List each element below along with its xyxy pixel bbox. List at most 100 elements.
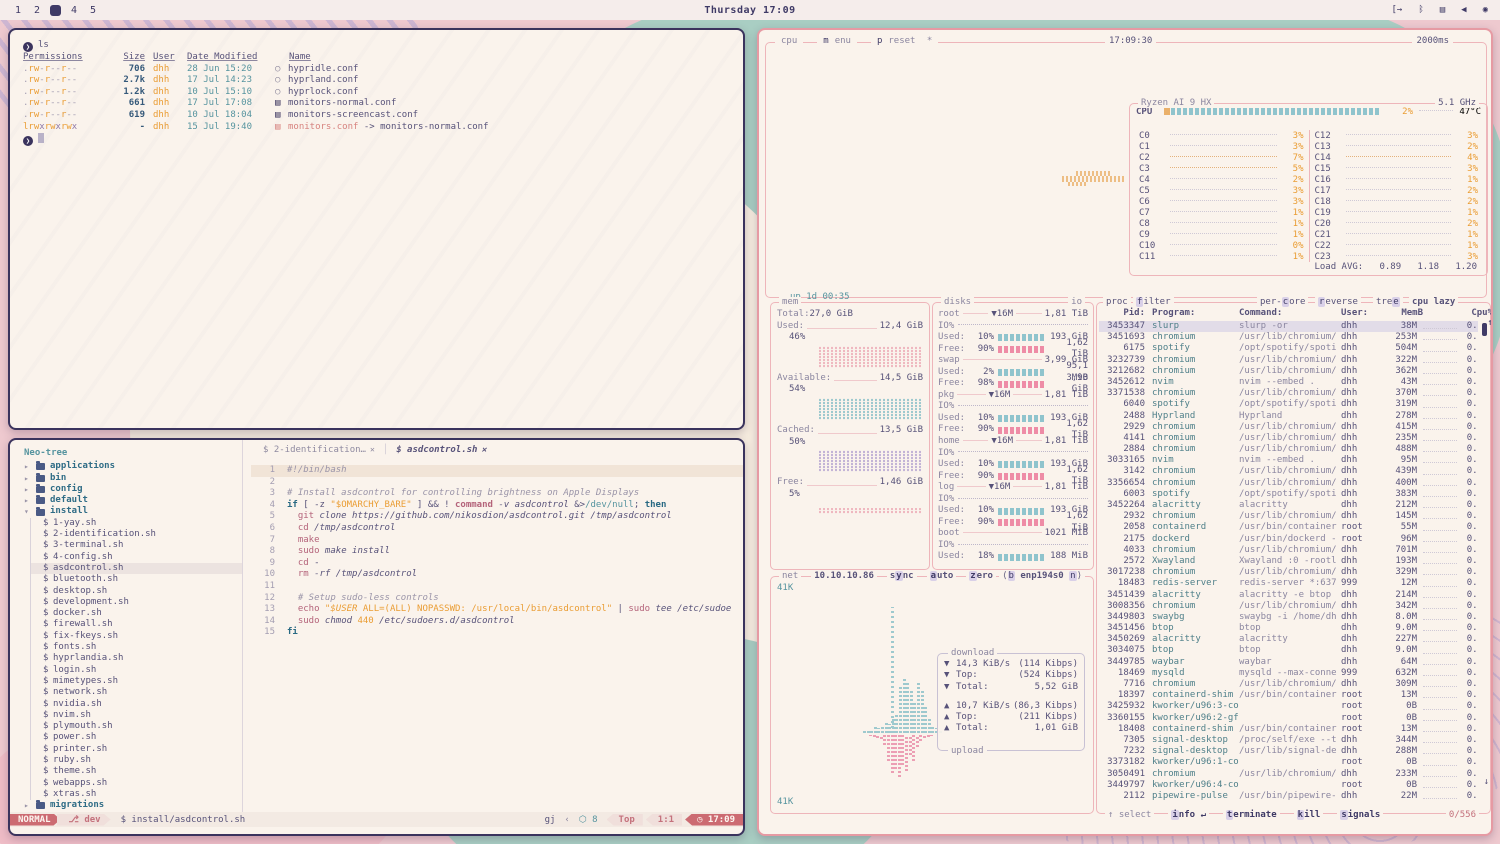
process-row[interactable]: 3371538chromium/usr/lib/chromium/dhh370M… xyxy=(1099,388,1478,399)
sidebar-item-applications[interactable]: ▸applications xyxy=(10,461,242,472)
auto-button[interactable]: auto xyxy=(927,571,957,581)
tree-file-fix-fkeys.sh[interactable]: $fix-fkeys.sh xyxy=(31,631,242,642)
scroll-down-icon[interactable]: ↓ xyxy=(1484,777,1489,787)
process-row[interactable]: 2929chromium/usr/lib/chromium/dhh415M0.0 xyxy=(1099,422,1478,433)
tree-file-asdcontrol.sh[interactable]: $asdcontrol.sh xyxy=(31,563,242,574)
process-row[interactable]: 6175spotify/opt/spotify/spotidhh504M0.1 xyxy=(1099,343,1478,354)
record-icon[interactable]: ◉ xyxy=(1483,5,1488,15)
tree-button[interactable]: tree xyxy=(1373,297,1403,307)
process-row[interactable]: 3452264alacrittyalacrittydhh212M0.0 xyxy=(1099,500,1478,511)
process-row[interactable]: 3449803swaybgswaybg -i /home/dhdhh8.0M0.… xyxy=(1099,612,1478,623)
bluetooth-icon[interactable]: ᛒ xyxy=(1418,5,1423,15)
process-row[interactable]: 3373182kworker/u96:1-coroot0B0.0 xyxy=(1099,757,1478,768)
screencast-icon[interactable]: [→ xyxy=(1391,5,1402,15)
tree-file-docker.sh[interactable]: $docker.sh xyxy=(31,608,242,619)
process-row[interactable]: 2572XwaylandXwayland :0 -rootldhh193M0.0 xyxy=(1099,556,1478,567)
tree-file-webapps.sh[interactable]: $webapps.sh xyxy=(31,778,242,789)
tab--2-identification-[interactable]: $ 2-identification…✕ xyxy=(263,445,375,455)
reverse-button[interactable]: reverse xyxy=(1315,297,1361,307)
process-row[interactable]: 2884chromium/usr/lib/chromium/dhh488M0.0 xyxy=(1099,444,1478,455)
workspace-1[interactable]: 1 xyxy=(12,3,24,17)
process-row[interactable]: 4141chromium/usr/lib/chromium/dhh235M0.0 xyxy=(1099,433,1478,444)
process-row[interactable]: 3425932kworker/u96:3-coroot0B0.0 xyxy=(1099,701,1478,712)
net-interface[interactable]: ⟨b enp194s0 n⟩ xyxy=(999,571,1085,581)
tree-file-power.sh[interactable]: $power.sh xyxy=(31,732,242,743)
sidebar-item-default[interactable]: ▸default xyxy=(10,495,242,506)
tree-file-hyprlandia.sh[interactable]: $hyprlandia.sh xyxy=(31,653,242,664)
tree-file-theme.sh[interactable]: $theme.sh xyxy=(31,766,242,777)
process-row[interactable]: 3008356chromium/usr/lib/chromium/dhh342M… xyxy=(1099,601,1478,612)
process-row[interactable]: 2175dockerd/usr/bin/dockerd -root96M0.0 xyxy=(1099,534,1478,545)
process-row[interactable]: 7232signal-desktop/usr/lib/signal-dedhh2… xyxy=(1099,746,1478,757)
tree-file-desktop.sh[interactable]: $desktop.sh xyxy=(31,586,242,597)
tree-file-2-identification.sh[interactable]: $2-identification.sh xyxy=(31,529,242,540)
cpu-button[interactable]: cpu xyxy=(775,36,803,46)
tree-file-plymouth.sh[interactable]: $plymouth.sh xyxy=(31,721,242,732)
process-row[interactable]: 3033165nvimnvim --embed .dhh95M0.0 xyxy=(1099,455,1478,466)
per-core-button[interactable]: per-core xyxy=(1257,297,1308,307)
process-row[interactable]: 2488HyprlandHyprlanddhh278M0.1 xyxy=(1099,411,1478,422)
process-row[interactable]: 18408containerd-shim/usr/bin/containerro… xyxy=(1099,724,1478,735)
scrollbar-thumb[interactable] xyxy=(1482,323,1487,336)
process-row[interactable]: 3449785waybarwaybardhh64M0.0 xyxy=(1099,657,1478,668)
process-row[interactable]: 3452612nvimnvim --embed .dhh43M0.0 xyxy=(1099,377,1478,388)
tree-file-xtras.sh[interactable]: $xtras.sh xyxy=(31,789,242,800)
process-row[interactable]: 3034075btopbtopdhh9.0M0.0 xyxy=(1099,645,1478,656)
tree-file-development.sh[interactable]: $development.sh xyxy=(31,597,242,608)
tree-file-nvidia.sh[interactable]: $nvidia.sh xyxy=(31,699,242,710)
ignals-button[interactable]: signals xyxy=(1337,810,1383,820)
tree-file-mimetypes.sh[interactable]: $mimetypes.sh xyxy=(31,676,242,687)
process-row[interactable]: 18469mysqldmysqld --max-conne999632M0.0 xyxy=(1099,668,1478,679)
process-row[interactable]: 3356654chromium/usr/lib/chromium/dhh400M… xyxy=(1099,478,1478,489)
process-row[interactable]: 3451693chromium/usr/lib/chromium/dhh253M… xyxy=(1099,332,1478,343)
process-row[interactable]: 18483redis-serverredis-server *:63799912… xyxy=(1099,578,1478,589)
filter-button[interactable]: filter xyxy=(1133,297,1174,307)
workspace-5[interactable]: 5 xyxy=(87,3,99,17)
process-row[interactable]: 2058containerd/usr/bin/containerroot55M0… xyxy=(1099,522,1478,533)
process-row[interactable]: 18397containerd-shim/usr/bin/containerro… xyxy=(1099,690,1478,701)
process-row[interactable]: 3212682chromium/usr/lib/chromium/dhh362M… xyxy=(1099,366,1478,377)
process-row[interactable]: 3453347slurpslurp -ordhh38M0.0 xyxy=(1099,321,1478,332)
sidebar-item-install[interactable]: ▾install xyxy=(10,506,242,517)
process-row[interactable]: 3050491chromium/usr/lib/chromium/dhh233M… xyxy=(1099,769,1478,780)
erminate-button[interactable]: terminate xyxy=(1223,810,1280,820)
process-row[interactable]: 2112pipewire-pulse/usr/bin/pipewire-dhh2… xyxy=(1099,791,1478,802)
process-row[interactable]: 3449797kworker/u96:4-coroot0B0.0 xyxy=(1099,780,1478,791)
reset-button[interactable]: preset * xyxy=(871,36,938,46)
workspace-2[interactable]: 2 xyxy=(31,3,43,17)
sync-button[interactable]: sync xyxy=(887,571,917,581)
tree-file-nvim.sh[interactable]: $nvim.sh xyxy=(31,710,242,721)
sidebar-item-bin[interactable]: ▸bin xyxy=(10,473,242,484)
workspace-4[interactable]: 4 xyxy=(68,3,80,17)
network-icon[interactable]: ▤ xyxy=(1440,5,1445,15)
tree-file-3-terminal.sh[interactable]: $3-terminal.sh xyxy=(31,540,242,551)
zero-button[interactable]: zero xyxy=(966,571,996,581)
tree-file-1-yay.sh[interactable]: $1-yay.sh xyxy=(31,518,242,529)
ill-button[interactable]: kill xyxy=(1294,810,1324,820)
sidebar-item-migrations[interactable]: ▸migrations xyxy=(10,800,242,811)
process-row[interactable]: 6003spotify/opt/spotify/spotidhh383M0.0 xyxy=(1099,489,1478,500)
select-button[interactable]: ↑ select xyxy=(1105,810,1154,820)
tree-file-login.sh[interactable]: $login.sh xyxy=(31,665,242,676)
nfo-button[interactable]: info ↵ xyxy=(1168,810,1209,820)
tree-file-bluetooth.sh[interactable]: $bluetooth.sh xyxy=(31,574,242,585)
process-row[interactable]: 3451439alacrittyalacritty -e btopdhh214M… xyxy=(1099,590,1478,601)
process-row[interactable]: 3360155kworker/u96:2-gfroot0B0.0 xyxy=(1099,713,1478,724)
enu-button[interactable]: menu xyxy=(817,36,857,46)
tree-file-firewall.sh[interactable]: $firewall.sh xyxy=(31,619,242,630)
tree-file-printer.sh[interactable]: $printer.sh xyxy=(31,744,242,755)
tree-file-network.sh[interactable]: $network.sh xyxy=(31,687,242,698)
tab--asdcontrol-sh[interactable]: $ asdcontrol.sh✕ xyxy=(396,445,486,455)
process-row[interactable]: 4033chromium/usr/lib/chromium/dhh701M0.0 xyxy=(1099,545,1478,556)
io-toggle[interactable]: io xyxy=(1068,297,1085,307)
process-row[interactable]: 3232739chromium/usr/lib/chromium/dhh322M… xyxy=(1099,355,1478,366)
process-row[interactable]: 6040spotify/opt/spotify/spotidhh319M0.2 xyxy=(1099,399,1478,410)
sidebar-item-config[interactable]: ▸config xyxy=(10,484,242,495)
process-row[interactable]: 3017238chromium/usr/lib/chromium/dhh329M… xyxy=(1099,567,1478,578)
process-row[interactable]: 7305signal-desktop/proc/self/exe --tdhh3… xyxy=(1099,735,1478,746)
process-row[interactable]: 7716chromium/usr/lib/chromium/dhh309M0.0 xyxy=(1099,679,1478,690)
tree-file-ruby.sh[interactable]: $ruby.sh xyxy=(31,755,242,766)
sort-selector[interactable]: cpu lazy xyxy=(1409,297,1458,307)
update-interval[interactable]: 2000ms xyxy=(1412,36,1453,46)
tree-file-fonts.sh[interactable]: $fonts.sh xyxy=(31,642,242,653)
